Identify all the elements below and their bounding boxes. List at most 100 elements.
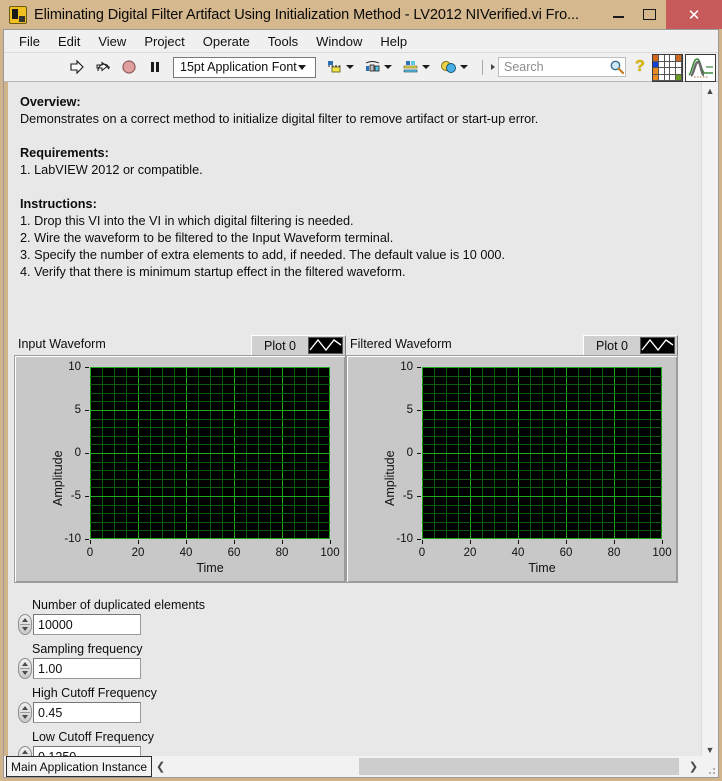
magnifier-icon[interactable]: [609, 59, 625, 75]
decrement-icon[interactable]: [21, 671, 28, 675]
font-selector[interactable]: 15pt Application Font: [173, 56, 316, 78]
grid-minor-horizontal: [90, 522, 330, 523]
grid-minor-horizontal: [90, 436, 330, 437]
menu-item-tools[interactable]: Tools: [259, 32, 307, 51]
numeric-input[interactable]: 10000: [33, 614, 141, 635]
resize-objects-button[interactable]: [402, 59, 430, 75]
filtered-waveform-label: Filtered Waveform: [350, 337, 452, 351]
y-axis-tick-mark: [417, 539, 421, 540]
y-axis-tick-mark: [85, 367, 89, 368]
menu-item-operate[interactable]: Operate: [194, 32, 259, 51]
run-arrow-icon[interactable]: [69, 59, 85, 75]
instructions-line-3: 3. Specify the number of extra elements …: [20, 248, 506, 262]
chevron-right-icon[interactable]: ❯: [685, 760, 702, 773]
chevron-down-icon: [384, 65, 392, 69]
menu-item-window[interactable]: Window: [307, 32, 371, 51]
y-axis-tick-mark: [85, 453, 89, 454]
vertical-scrollbar[interactable]: ▲ ▼: [701, 82, 718, 758]
increment-icon[interactable]: [21, 750, 28, 754]
increment-icon[interactable]: [21, 618, 28, 622]
x-axis-tick-mark: [518, 540, 519, 544]
font-selector-label: 15pt Application Font: [180, 60, 297, 74]
filtered-waveform-graph[interactable]: Filtered Waveform Plot 0 Time Amplitude: [346, 335, 678, 583]
input-waveform-graph[interactable]: Input Waveform Plot 0 Time Amplitude 10 …: [14, 335, 346, 583]
grid-minor-horizontal: [422, 470, 662, 471]
maximize-button[interactable]: [633, 0, 666, 29]
input-waveform-plot-area[interactable]: [90, 367, 330, 539]
menu-item-edit[interactable]: Edit: [49, 32, 89, 51]
y-axis-tick-mark: [417, 453, 421, 454]
numeric-input[interactable]: 1.00: [33, 658, 141, 679]
context-help-icon[interactable]: ?: [635, 58, 645, 76]
filtered-waveform-plot-legend[interactable]: Plot 0: [583, 335, 678, 356]
resize-grip[interactable]: [702, 756, 718, 777]
chevron-up-icon[interactable]: ▲: [702, 82, 718, 99]
increment-icon[interactable]: [21, 662, 28, 666]
reorder-objects-button[interactable]: [440, 59, 468, 75]
connector-pane-icon[interactable]: [652, 54, 683, 82]
horizontal-scrollbar[interactable]: ❮ ❯: [152, 756, 702, 777]
grid-major-horizontal: [422, 538, 662, 539]
menu-item-view[interactable]: View: [89, 32, 135, 51]
grid-minor-horizontal: [422, 436, 662, 437]
filtered-waveform-header: Filtered Waveform Plot 0: [346, 335, 678, 356]
increment-icon[interactable]: [21, 706, 28, 710]
control-row: 0.45: [18, 702, 157, 723]
increment-decrement-spinner[interactable]: [18, 658, 32, 679]
y-axis-tick-mark: [85, 539, 89, 540]
abort-execution-icon[interactable]: [121, 59, 137, 75]
grid-minor-horizontal: [90, 530, 330, 531]
run-continuously-icon[interactable]: [95, 59, 111, 75]
application-instance-label[interactable]: Main Application Instance: [6, 756, 153, 777]
menu-item-help[interactable]: Help: [371, 32, 416, 51]
reorder-objects-icon: [440, 59, 457, 75]
filtered-waveform-plot-area[interactable]: [422, 367, 662, 539]
window-body: File Edit View Project Operate Tools Win…: [3, 29, 719, 778]
input-waveform-plot-legend[interactable]: Plot 0: [251, 335, 346, 356]
grid-minor-horizontal: [90, 419, 330, 420]
y-axis-tick-label: -10: [396, 533, 413, 545]
plot-line-style-swatch[interactable]: [640, 337, 675, 354]
maximize-icon: [643, 9, 656, 20]
pause-icon[interactable]: [147, 59, 163, 75]
grid-minor-horizontal: [422, 530, 662, 531]
numeric-input[interactable]: 0.45: [33, 702, 141, 723]
menu-item-file[interactable]: File: [10, 32, 49, 51]
horizontal-scrollbar-track[interactable]: [169, 756, 685, 777]
plot-line-style-swatch[interactable]: [308, 337, 343, 354]
x-axis-tick-mark: [566, 540, 567, 544]
increment-decrement-spinner[interactable]: [18, 614, 32, 635]
y-axis-tick-label: -5: [70, 490, 81, 502]
minimize-button[interactable]: [603, 0, 633, 29]
control-row: 1.00: [18, 658, 142, 679]
minimize-icon: [612, 16, 624, 18]
grid-minor-horizontal: [90, 470, 330, 471]
chevron-down-icon: [460, 65, 468, 69]
input-waveform-header: Input Waveform Plot 0: [14, 335, 346, 356]
distribute-objects-button[interactable]: [364, 59, 392, 75]
requirements-line-1: 1. LabVIEW 2012 or compatible.: [20, 163, 203, 177]
toolbar-overflow-icon[interactable]: [491, 64, 495, 70]
grid-major-horizontal: [90, 410, 330, 411]
grid-minor-horizontal: [422, 384, 662, 385]
x-axis-tick-label: 40: [511, 547, 525, 559]
menu-bar: File Edit View Project Operate Tools Win…: [4, 30, 718, 53]
grid-minor-horizontal: [422, 522, 662, 523]
control-number-of-duplicated-elements: Number of duplicated elements 10000: [18, 598, 205, 635]
grid-major-horizontal: [422, 410, 662, 411]
decrement-icon[interactable]: [21, 627, 28, 631]
menu-item-project[interactable]: Project: [135, 32, 193, 51]
vi-icon[interactable]: [685, 54, 716, 82]
decrement-icon[interactable]: [21, 715, 28, 719]
chevron-left-icon[interactable]: ❮: [152, 760, 169, 773]
horizontal-scrollbar-thumb[interactable]: [359, 758, 680, 775]
connector-pane-cluster: [652, 54, 716, 82]
align-objects-button[interactable]: [326, 59, 354, 75]
increment-decrement-spinner[interactable]: [18, 702, 32, 723]
grid-minor-horizontal: [90, 384, 330, 385]
search-input[interactable]: Search: [498, 57, 626, 77]
grid-minor-horizontal: [90, 513, 330, 514]
close-button[interactable]: ✕: [666, 0, 722, 29]
distribute-objects-icon: [364, 59, 381, 75]
grid-minor-horizontal: [422, 462, 662, 463]
